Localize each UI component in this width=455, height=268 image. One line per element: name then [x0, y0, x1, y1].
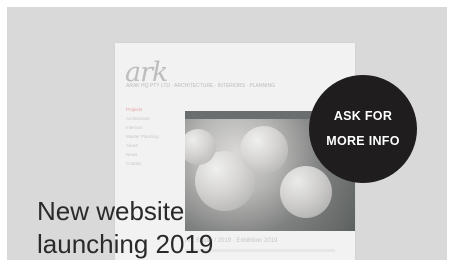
headline-line-1: New website — [37, 196, 185, 226]
mockup-nav-item: Master Planning — [126, 134, 159, 139]
mockup-tagline: ARAK HQ PTY LTD · ARCHITECTURE · INTERIO… — [126, 83, 275, 89]
mockup-nav: Projects Architecture Interiors Master P… — [126, 107, 186, 170]
headline-line-2: launching 2019 — [37, 229, 214, 259]
badge-line-1: ASK FOR — [333, 109, 393, 123]
mockup-nav-item: Interiors — [126, 125, 143, 130]
mockup-nav-item: Projects — [126, 107, 143, 112]
bubble-shape — [240, 126, 288, 174]
ask-for-more-info-button[interactable]: ASK FOR MORE INFO — [309, 75, 417, 183]
mockup-nav-item: Contact — [126, 161, 142, 166]
mockup-nav-item: Architecture — [126, 116, 151, 121]
promo-frame: ark ARAK HQ PTY LTD · ARCHITECTURE · INT… — [0, 0, 455, 268]
bubble-shape — [280, 166, 332, 218]
badge-line-2: MORE INFO — [326, 134, 400, 148]
promo-headline: New website launching 2019 — [37, 195, 213, 260]
promo-card[interactable]: ark ARAK HQ PTY LTD · ARCHITECTURE · INT… — [7, 7, 447, 260]
mockup-nav-item: About — [126, 143, 138, 148]
mockup-nav-item: News — [126, 152, 138, 157]
